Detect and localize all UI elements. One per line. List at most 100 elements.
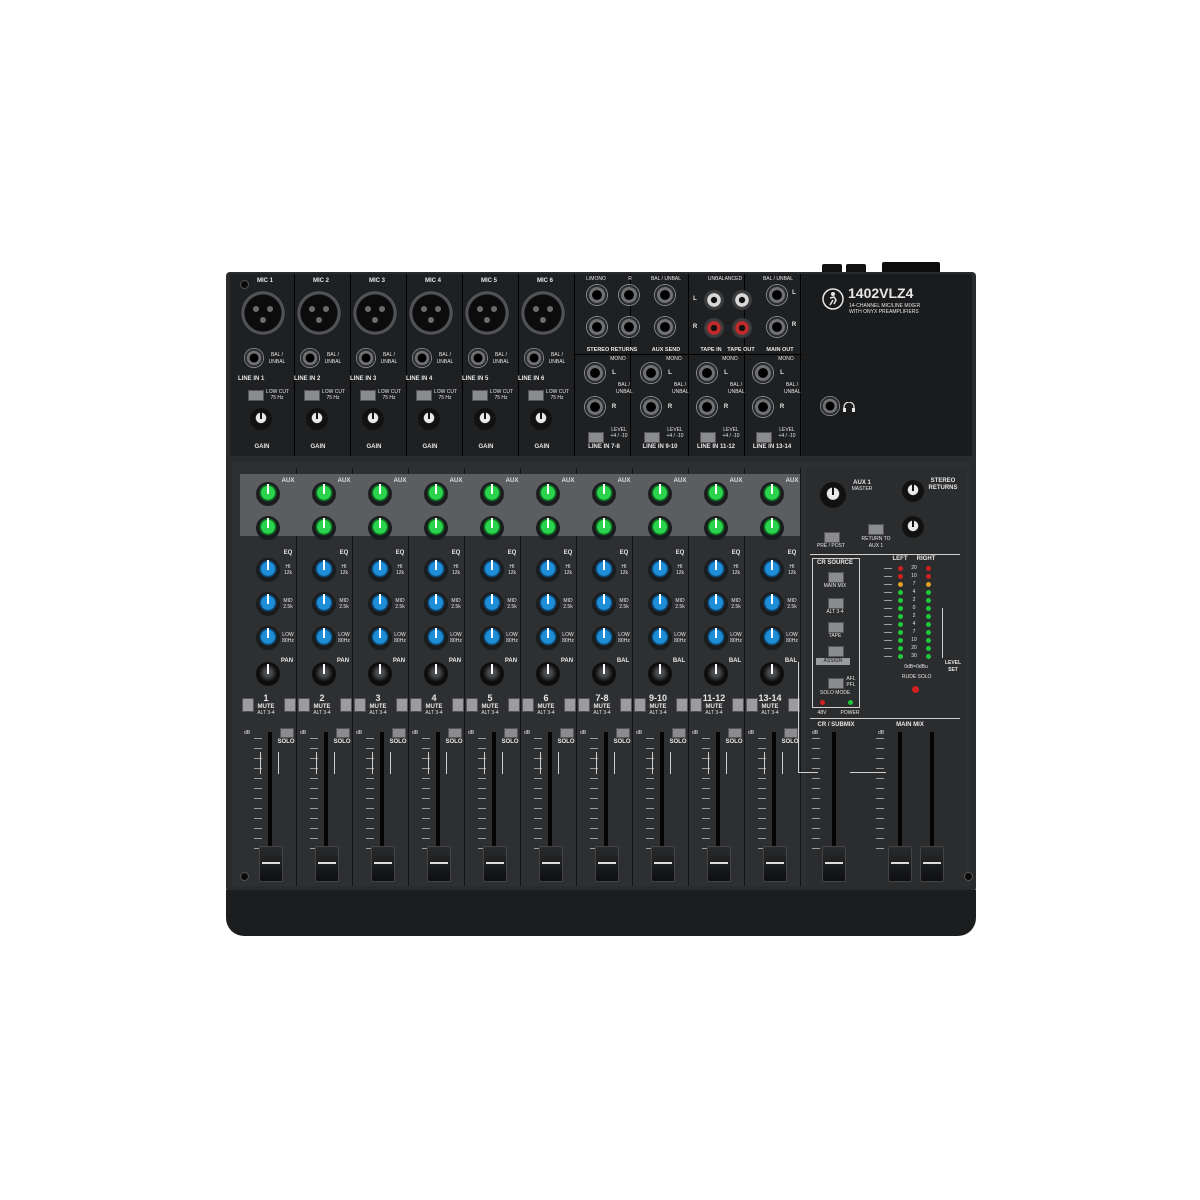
tape-in-rca-right[interactable] [704,318,724,338]
solo-button-8[interactable] [672,728,686,738]
pan-knob-6[interactable] [536,662,560,686]
main-out-jack-left[interactable] [766,284,788,306]
eq-midband-knob-1[interactable] [256,592,280,616]
aux2-knob-6[interactable] [536,516,560,540]
channel-button-5[interactable] [508,698,520,712]
level-button-1[interactable] [588,432,604,443]
solo-button-9[interactable] [728,728,742,738]
aux-send-jack[interactable] [618,316,640,338]
eq-hi-knob-3[interactable] [368,558,392,582]
xlr-input-1[interactable] [240,290,286,336]
eq-midband-knob-2[interactable] [312,592,336,616]
main-mix-fader-left[interactable] [888,846,912,882]
eq-low-knob-8[interactable] [648,626,672,650]
line-jack-4[interactable] [412,348,432,368]
aux1-knob-6[interactable] [536,482,560,506]
gain-knob-5[interactable] [474,408,496,430]
eq-midband-knob-9[interactable] [704,592,728,616]
aux2-knob-7[interactable] [592,516,616,540]
aux2-knob-10[interactable] [760,516,784,540]
xlr-input-4[interactable] [408,290,454,336]
channel-button-6[interactable] [564,698,576,712]
eq-hi-knob-5[interactable] [480,558,504,582]
aux1-knob-10[interactable] [760,482,784,506]
cr-source-alt34-button[interactable] [828,598,844,609]
eq-low-knob-9[interactable] [704,626,728,650]
channel-fader-5[interactable] [483,846,507,882]
aux1-knob-8[interactable] [648,482,672,506]
eq-midband-knob-10[interactable] [760,592,784,616]
mute-button-10[interactable] [746,698,758,712]
mute-button-8[interactable] [634,698,646,712]
stereo-line-jack-left-4[interactable] [752,362,774,384]
low-cut-button-2[interactable] [304,390,320,401]
pan-knob-10[interactable] [760,662,784,686]
line-jack-3[interactable] [356,348,376,368]
stereo-line-jack-right-4[interactable] [752,396,774,418]
tape-out-rca-right[interactable] [732,318,752,338]
low-cut-button-5[interactable] [472,390,488,401]
mute-button-2[interactable] [298,698,310,712]
channel-fader-8[interactable] [651,846,675,882]
mute-button-9[interactable] [690,698,702,712]
xlr-input-2[interactable] [296,290,342,336]
aux1-knob-9[interactable] [704,482,728,506]
main-mix-fader-right[interactable] [920,846,944,882]
stereo-return-jack[interactable] [586,284,608,306]
aux2-knob-4[interactable] [424,516,448,540]
low-cut-button-3[interactable] [360,390,376,401]
eq-low-knob-6[interactable] [536,626,560,650]
eq-low-knob-3[interactable] [368,626,392,650]
gain-knob-1[interactable] [250,408,272,430]
channel-button-1[interactable] [284,698,296,712]
solo-button-6[interactable] [560,728,574,738]
pan-knob-9[interactable] [704,662,728,686]
channel-button-3[interactable] [396,698,408,712]
gain-knob-3[interactable] [362,408,384,430]
channel-button-8[interactable] [676,698,688,712]
cr-source-main_mix-button[interactable] [828,572,844,583]
pan-knob-5[interactable] [480,662,504,686]
aux2-knob-1[interactable] [256,516,280,540]
solo-button-2[interactable] [336,728,350,738]
channel-fader-6[interactable] [539,846,563,882]
aux1-knob-3[interactable] [368,482,392,506]
aux2-knob-8[interactable] [648,516,672,540]
xlr-input-5[interactable] [464,290,510,336]
low-cut-button-1[interactable] [248,390,264,401]
eq-midband-knob-8[interactable] [648,592,672,616]
stereo-return-1-knob[interactable] [902,480,924,502]
solo-button-7[interactable] [616,728,630,738]
mute-button-3[interactable] [354,698,366,712]
xlr-input-3[interactable] [352,290,398,336]
channel-button-7[interactable] [620,698,632,712]
solo-button-1[interactable] [280,728,294,738]
low-cut-button-6[interactable] [528,390,544,401]
xlr-input-6[interactable] [520,290,566,336]
main-out-jack-right[interactable] [766,316,788,338]
line-jack-2[interactable] [300,348,320,368]
line-jack-1[interactable] [244,348,264,368]
aux1-knob-4[interactable] [424,482,448,506]
eq-hi-knob-2[interactable] [312,558,336,582]
eq-midband-knob-3[interactable] [368,592,392,616]
assign-button[interactable] [828,646,844,657]
eq-midband-knob-4[interactable] [424,592,448,616]
headphone-jack[interactable] [820,396,840,416]
stereo-line-jack-left-1[interactable] [584,362,606,384]
gain-knob-2[interactable] [306,408,328,430]
eq-low-knob-1[interactable] [256,626,280,650]
aux2-knob-2[interactable] [312,516,336,540]
eq-hi-knob-8[interactable] [648,558,672,582]
aux2-knob-3[interactable] [368,516,392,540]
eq-hi-knob-9[interactable] [704,558,728,582]
level-button-4[interactable] [756,432,772,443]
stereo-return-jack[interactable] [586,316,608,338]
eq-low-knob-4[interactable] [424,626,448,650]
eq-hi-knob-1[interactable] [256,558,280,582]
solo-button-4[interactable] [448,728,462,738]
cr-source-tape-button[interactable] [828,622,844,633]
gain-knob-6[interactable] [530,408,552,430]
channel-fader-3[interactable] [371,846,395,882]
stereo-line-jack-left-2[interactable] [640,362,662,384]
